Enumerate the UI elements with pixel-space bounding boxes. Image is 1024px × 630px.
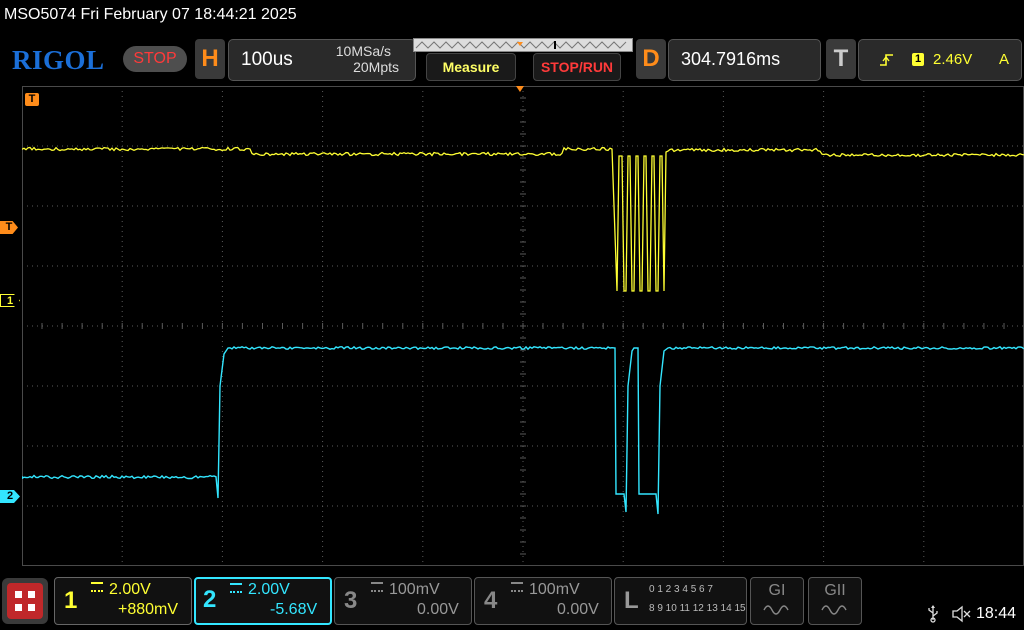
- trigger-source-badge: 1: [912, 53, 924, 66]
- ch1-offset: +880mV: [118, 601, 178, 619]
- ch1-ground-marker[interactable]: 1: [0, 294, 20, 307]
- delay-label[interactable]: D: [636, 39, 666, 79]
- ch1-number: 1: [64, 587, 77, 615]
- ch3-offset: 0.00V: [417, 601, 459, 619]
- ch3-number: 3: [344, 587, 357, 615]
- timebase-value: 100us: [241, 49, 293, 71]
- delay-value: 304.7916ms: [681, 49, 780, 70]
- ch2-scale: 2.00V: [248, 581, 290, 599]
- generator2-button[interactable]: GII: [808, 577, 862, 625]
- trigger-panel[interactable]: 1 2.46V A: [858, 39, 1022, 81]
- ch4-number: 4: [484, 587, 497, 615]
- trigger-level: 2.46V: [933, 51, 972, 68]
- generator1-button[interactable]: GI: [750, 577, 804, 625]
- sine-wave-icon: [763, 604, 791, 616]
- generator1-label: GI: [751, 582, 803, 600]
- logic-label: L: [624, 587, 639, 615]
- memory-depth: 20Mpts: [353, 59, 399, 75]
- menu-button[interactable]: [2, 578, 48, 624]
- trigger-level-marker[interactable]: T: [0, 221, 18, 234]
- ch4-scale: 100mV: [529, 581, 580, 599]
- measure-button[interactable]: Measure: [426, 53, 516, 81]
- memory-position-strip: [413, 38, 633, 52]
- usb-icon: [926, 605, 940, 623]
- ch2-ground-marker[interactable]: 2: [0, 490, 20, 503]
- stop-run-button[interactable]: STOP/RUN: [533, 53, 621, 81]
- ch3-scale: 100mV: [389, 581, 440, 599]
- ch2-panel[interactable]: 2 2.00V -5.68V: [194, 577, 332, 625]
- waveform-display[interactable]: [22, 86, 1024, 566]
- grid-menu-icon: [2, 578, 48, 624]
- run-state-badge[interactable]: STOP: [123, 46, 187, 72]
- rising-edge-icon: [879, 52, 895, 68]
- logic-channels-row1: 0 1 2 3 4 5 6 7: [649, 584, 713, 595]
- title-bar: MSO5074 Fri February 07 18:44:21 2025: [0, 0, 1024, 32]
- trigger-mode: A: [999, 51, 1009, 68]
- horizontal-label[interactable]: H: [195, 39, 225, 79]
- trigger-label[interactable]: T: [826, 39, 856, 79]
- speaker-muted-icon[interactable]: [951, 605, 971, 623]
- dc-coupling-icon: [230, 583, 242, 593]
- delay-panel[interactable]: 304.7916ms: [668, 39, 821, 81]
- ch4-panel[interactable]: 4 100mV 0.00V: [474, 577, 612, 625]
- ch1-scale: 2.00V: [109, 581, 151, 599]
- instrument-title: MSO5074 Fri February 07 18:44:21 2025: [4, 6, 297, 24]
- ch2-number: 2: [203, 586, 216, 614]
- sine-wave-icon: [821, 604, 849, 616]
- generator2-label: GII: [809, 582, 861, 600]
- horizontal-panel[interactable]: 100us 10MSa/s 20Mpts: [228, 39, 416, 81]
- ch2-offset: -5.68V: [270, 601, 317, 619]
- dc-coupling-icon: [511, 582, 523, 592]
- trigger-time-marker[interactable]: T: [25, 93, 39, 106]
- dc-coupling-icon: [371, 582, 383, 592]
- dc-coupling-icon: [91, 582, 103, 592]
- sample-rate: 10MSa/s: [336, 43, 391, 59]
- ch1-panel[interactable]: 1 2.00V +880mV: [54, 577, 192, 625]
- logic-panel[interactable]: L 0 1 2 3 4 5 6 7 8 9 10 11 12 13 14 15: [614, 577, 747, 625]
- rigol-logo: RIGOL: [12, 45, 105, 76]
- ch3-panel[interactable]: 3 100mV 0.00V: [334, 577, 472, 625]
- clock: 18:44: [976, 605, 1016, 623]
- ch4-offset: 0.00V: [557, 601, 599, 619]
- logic-channels-row2: 8 9 10 11 12 13 14 15: [649, 603, 746, 614]
